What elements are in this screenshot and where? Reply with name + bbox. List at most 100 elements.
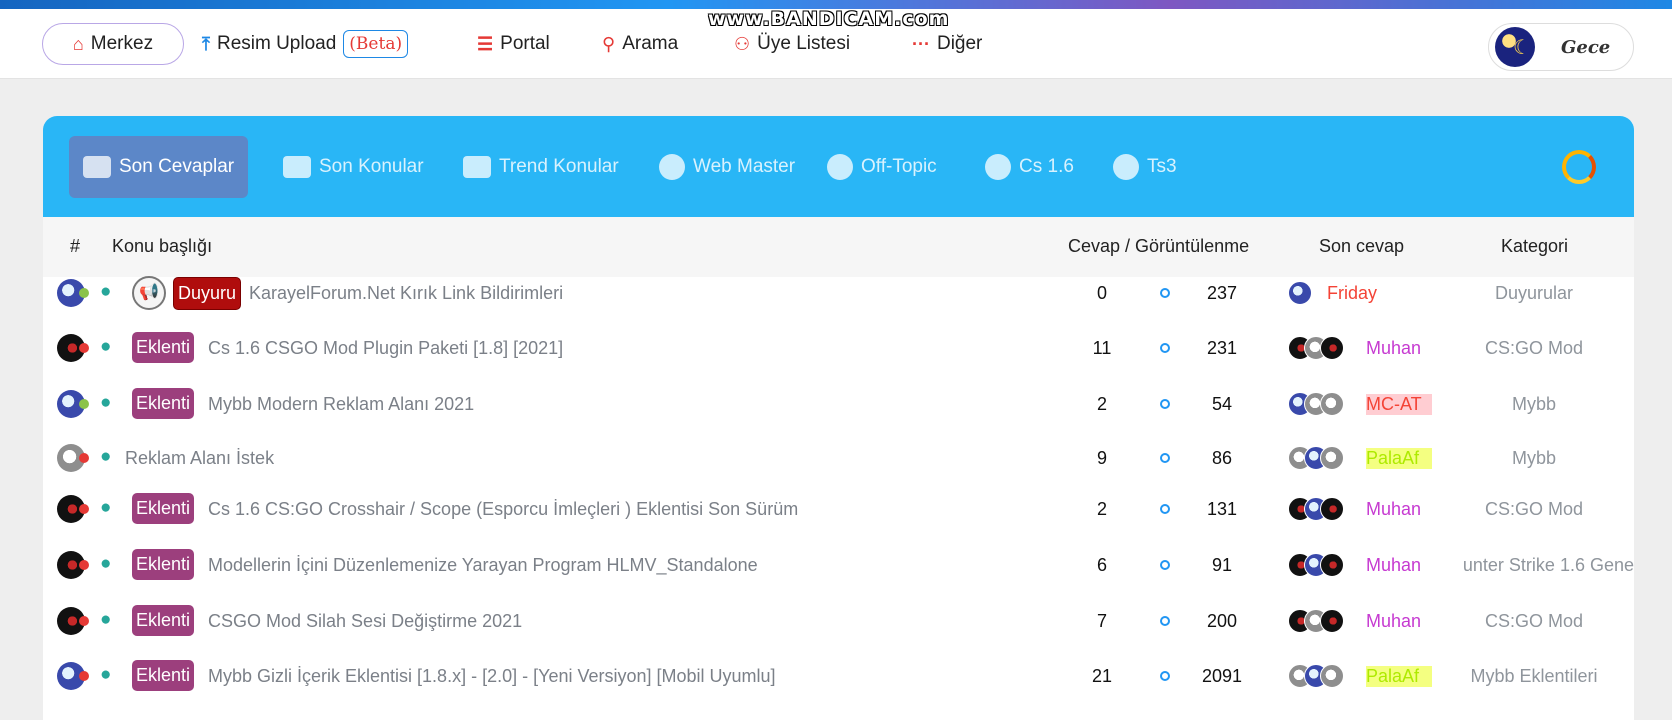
views-eye-icon [1160,343,1170,353]
view-count: 91 [1211,555,1233,575]
computer-icon [283,156,311,178]
topic-title-link[interactable]: Mybb Gizli İçerik Eklentisi [1.8.x] - [2… [208,666,776,687]
nav-home-button[interactable]: ⌂ Merkez [42,23,184,65]
last-reply-username[interactable]: MC-AT [1366,394,1432,415]
nav-members-label: Üye Listesi [757,33,851,54]
category-link[interactable]: Mybb [1449,448,1619,469]
nav-portal-label: Portal [500,33,550,54]
globe-icon: ● [100,446,112,467]
column-last-reply: Son cevap [1319,236,1405,256]
view-count: 231 [1206,338,1238,358]
last-reply-username[interactable]: PalaAf [1366,448,1432,469]
tab-label: Off-Topic [861,156,937,177]
tab-trending-topics[interactable]: Trend Konular [449,136,633,198]
category-link[interactable]: CS:GO Mod [1449,611,1619,632]
topic-title-link[interactable]: Reklam Alanı İstek [125,448,274,469]
last-reply-username[interactable]: Muhan [1366,611,1432,632]
last-reply-username[interactable]: Muhan [1366,555,1432,576]
tab-label: Trend Konular [499,156,619,177]
more-dots-icon: ··· [912,33,930,54]
globe-icon: ● [100,497,112,518]
last-reply-avatar[interactable] [1320,392,1344,416]
globe-icon: ● [100,553,112,574]
online-status-dot [79,616,89,626]
category-link[interactable]: CS:GO Mod [1449,338,1619,359]
category-link[interactable]: CS:GO Mod [1449,499,1619,520]
nav-search-link[interactable]: ⚲ Arama [602,23,678,65]
online-status-dot [79,288,89,298]
topic-tabs: Son Cevaplar Son Konular Trend Konular W… [43,116,1634,217]
views-eye-icon [1160,560,1170,570]
last-reply-avatar[interactable] [1320,336,1344,360]
home-icon: ⌂ [72,33,84,54]
view-count: 2091 [1201,666,1243,686]
tab-cs16[interactable]: Cs 1.6 [971,136,1088,198]
thread-prefix-badge: Eklenti [132,493,195,524]
nav-home-label: Merkez [90,33,154,54]
last-reply-avatar[interactable] [1320,446,1344,470]
web-globe-icon [659,154,685,180]
off-topic-icon [827,154,853,180]
tab-label: Web Master [693,156,796,177]
globe-icon: ● [100,392,112,413]
moon-icon [1495,27,1535,67]
last-reply-avatar[interactable] [1320,553,1344,577]
tab-label: Son Konular [319,156,424,177]
loading-spinner-icon [1562,150,1596,184]
table-row: ● Eklenti Cs 1.6 CS:GO Crosshair / Scope (… [43,481,1634,537]
views-eye-icon [1160,399,1170,409]
category-link[interactable]: Mybb [1449,394,1619,415]
menu-lines-icon: ☰ [477,33,494,54]
view-count: 54 [1211,394,1233,414]
last-reply-username[interactable]: Muhan [1366,338,1432,359]
computer-icon [463,156,491,178]
tab-latest-topics[interactable]: Son Konular [269,136,438,198]
online-status-dot [79,343,89,353]
last-reply-username[interactable]: Friday [1327,283,1393,304]
category-link[interactable]: Duyurular [1449,283,1619,304]
reply-count: 11 [1092,338,1112,358]
last-reply-avatar[interactable] [1320,664,1344,688]
thread-prefix-badge: Eklenti [132,605,195,636]
tab-ts3[interactable]: Ts3 [1099,136,1191,198]
last-reply-avatar[interactable] [1320,497,1344,521]
night-mode-toggle[interactable]: Gece [1488,23,1634,71]
topic-title-link[interactable]: KarayelForum.Net Kırık Link Bildirimleri [249,283,563,304]
tab-web-master[interactable]: Web Master [645,136,809,198]
reply-count: 7 [1096,611,1107,631]
topic-title-link[interactable]: Cs 1.6 CSGO Mod Plugin Paketi [1.8] [202… [208,338,563,359]
tab-off-topic[interactable]: Off-Topic [813,136,951,198]
reply-count: 2 [1096,499,1107,519]
views-eye-icon [1160,616,1170,626]
topic-title-link[interactable]: Cs 1.6 CS:GO Crosshair / Scope (Esporcu … [208,499,798,520]
last-reply-avatar[interactable] [1288,281,1312,305]
upload-icon: ⤒ [202,33,210,54]
online-status-dot [79,453,89,463]
last-reply-avatar[interactable] [1320,609,1344,633]
theme-toggle-label: Gece [1561,36,1611,58]
category-link[interactable]: Counter Strike 1.6 Gene [1464,555,1634,576]
column-replies-views: Cevap / Görüntülenme [1068,236,1250,256]
thread-prefix-badge: Eklenti [132,549,195,580]
thread-prefix-badge: Duyuru [173,277,242,310]
last-reply-username[interactable]: Muhan [1366,499,1432,520]
views-eye-icon [1160,671,1170,681]
online-status-dot [79,399,89,409]
views-eye-icon [1160,288,1170,298]
category-link[interactable]: Mybb Eklentileri [1449,666,1619,687]
globe-icon: ● [100,336,112,357]
topic-title-link[interactable]: Modellerin İçini Düzenlemenize Yarayan P… [208,555,758,576]
tab-latest-replies[interactable]: Son Cevaplar [69,136,249,198]
topic-title-link[interactable]: CSGO Mod Silah Sesi Değiştirme 2021 [208,611,522,632]
thread-prefix-badge: Eklenti [132,332,195,363]
view-count: 237 [1206,283,1238,303]
thread-prefix-badge: Eklenti [132,660,195,691]
nav-image-upload-link[interactable]: ⤒ Resim Upload (Beta) [202,23,409,65]
table-row: ● 📢 Duyuru KarayelForum.Net Kırık Link Bild… [43,265,1634,321]
last-reply-username[interactable]: PalaAf [1366,666,1432,687]
nav-portal-link[interactable]: ☰ Portal [477,23,550,65]
topic-title-link[interactable]: Mybb Modern Reklam Alanı 2021 [208,394,474,415]
reply-count: 9 [1096,448,1107,468]
online-status-dot [79,504,89,514]
search-icon: ⚲ [602,33,616,54]
